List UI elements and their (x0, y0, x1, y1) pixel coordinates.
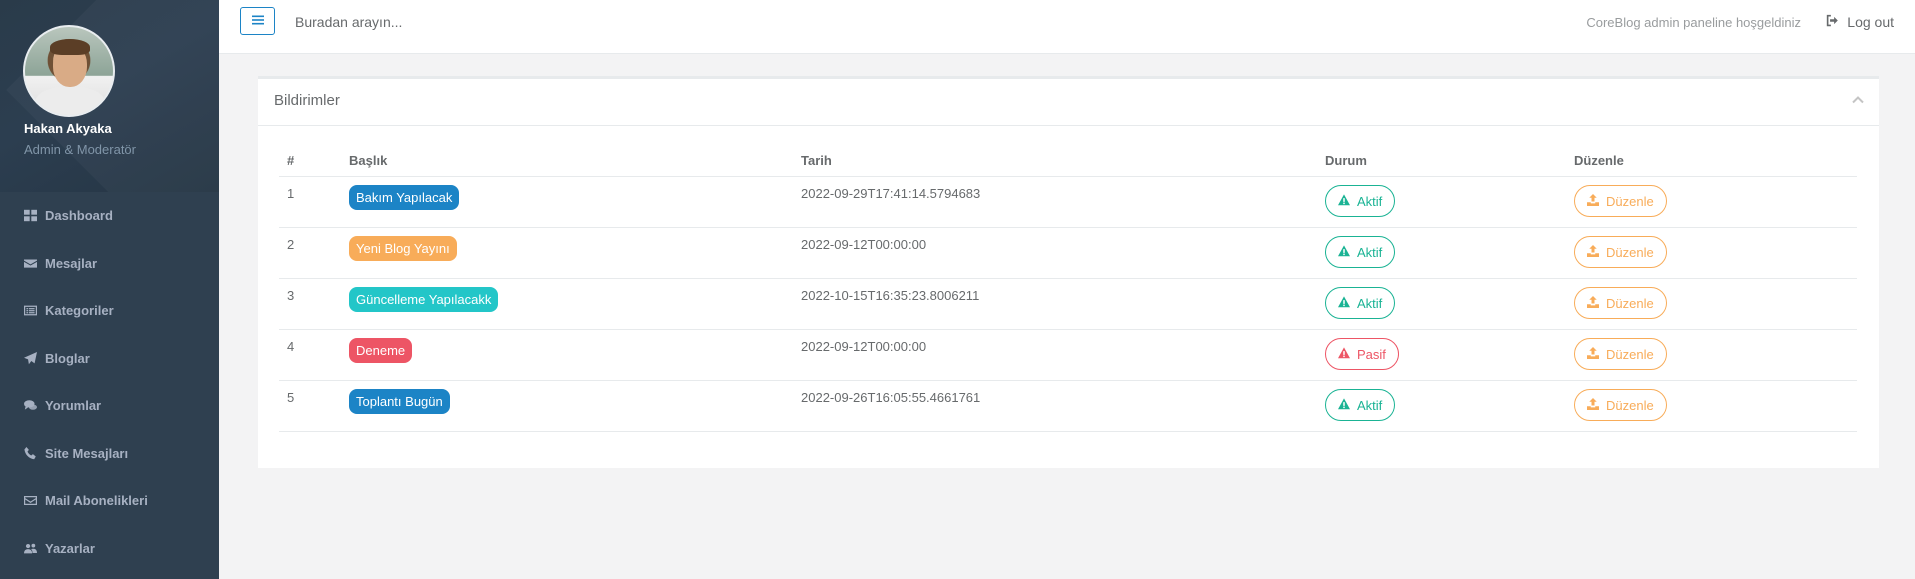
title-badge: Bakım Yapılacak (349, 185, 460, 210)
menu-toggle-button[interactable] (240, 7, 275, 35)
sidebar-item-label: Mesajlar (45, 255, 98, 271)
row-date: 2022-10-15T16:35:23.8006211 (793, 278, 1317, 330)
title-badge: Deneme (349, 338, 413, 363)
comments-icon (23, 399, 37, 413)
sidebar-item-bloglar[interactable]: Bloglar (0, 335, 219, 383)
sidebar: Hakan Akyaka Admin & Moderatör Dashboard… (0, 0, 219, 579)
sidebar-item-yorumlar[interactable]: Yorumlar (0, 382, 219, 430)
warning-icon (1338, 346, 1350, 362)
sidebar-item-label: Yazarlar (45, 540, 95, 556)
panel-header: Bildirimler (258, 79, 1879, 126)
welcome-message: CoreBlog admin paneline hoşgeldiniz (1586, 15, 1801, 30)
status-label: Pasif (1357, 346, 1386, 362)
row-number: 5 (279, 380, 341, 432)
sidebar-item-kategoriler[interactable]: Kategoriler (0, 287, 219, 335)
sidebar-nav: Dashboard Mesajlar Kategoriler Bloglar Y… (0, 192, 219, 572)
status-label: Aktif (1357, 397, 1383, 413)
edit-button[interactable]: Düzenle (1574, 389, 1667, 421)
upload-icon (1587, 193, 1599, 209)
sidebar-item-mesajlar[interactable]: Mesajlar (0, 240, 219, 288)
warning-icon (1338, 397, 1350, 413)
table-row: 5 Toplantı Bugün 2022-09-26T16:05:55.466… (279, 380, 1857, 432)
edit-label: Düzenle (1606, 295, 1654, 311)
sidebar-item-label: Dashboard (45, 208, 113, 224)
table-header-row: # Başlık Tarih Durum Düzenle (279, 145, 1857, 177)
edit-label: Düzenle (1606, 193, 1654, 209)
th-large-icon (23, 209, 37, 223)
edit-button[interactable]: Düzenle (1574, 287, 1667, 319)
phone-icon (23, 446, 37, 460)
edit-label: Düzenle (1606, 397, 1654, 413)
status-label: Aktif (1357, 193, 1383, 209)
upload-icon (1587, 244, 1599, 260)
row-number: 3 (279, 278, 341, 330)
edit-button[interactable]: Düzenle (1574, 236, 1667, 268)
row-number: 4 (279, 329, 341, 381)
column-header-status: Durum (1317, 145, 1566, 177)
upload-icon (1587, 346, 1599, 362)
column-header-num: # (279, 145, 341, 177)
profile-header: Hakan Akyaka Admin & Moderatör (0, 0, 219, 192)
status-label: Aktif (1357, 244, 1383, 260)
sidebar-item-mail-abonelikleri[interactable]: Mail Abonelikleri (0, 477, 219, 525)
warning-icon (1338, 244, 1350, 260)
upload-icon (1587, 397, 1599, 413)
title-badge: Güncelleme Yapılacakk (349, 287, 499, 312)
row-number: 1 (279, 176, 341, 228)
paper-plane-icon (23, 351, 37, 365)
panel-title: Bildirimler (274, 92, 340, 109)
row-date: 2022-09-29T17:41:14.5794683 (793, 176, 1317, 228)
notifications-table: # Başlık Tarih Durum Düzenle 1 Bakım Yap… (279, 145, 1857, 432)
list-alt-icon (23, 304, 37, 318)
envelope-icon (23, 256, 37, 270)
status-passive-button[interactable]: Pasif (1325, 338, 1399, 370)
edit-label: Düzenle (1606, 244, 1654, 260)
edit-button[interactable]: Düzenle (1574, 338, 1667, 370)
sidebar-item-yazarlar[interactable]: Yazarlar (0, 525, 219, 573)
warning-icon (1338, 295, 1350, 311)
search-input[interactable] (293, 13, 597, 31)
edit-button[interactable]: Düzenle (1574, 185, 1667, 217)
sidebar-item-label: Yorumlar (45, 398, 102, 414)
row-number: 2 (279, 227, 341, 279)
sign-out-icon (1826, 14, 1839, 30)
warning-icon (1338, 193, 1350, 209)
avatar[interactable] (23, 25, 115, 117)
sidebar-item-label: Mail Abonelikleri (45, 493, 148, 509)
logout-link[interactable]: Log out (1826, 14, 1894, 30)
profile-name[interactable]: Hakan Akyaka (24, 121, 112, 136)
column-header-title: Başlık (341, 145, 793, 177)
sidebar-item-label: Kategoriler (45, 303, 114, 319)
row-date: 2022-09-12T00:00:00 (793, 329, 1317, 381)
edit-label: Düzenle (1606, 346, 1654, 362)
sidebar-item-dashboard[interactable]: Dashboard (0, 192, 219, 240)
status-active-button[interactable]: Aktif (1325, 287, 1396, 319)
status-active-button[interactable]: Aktif (1325, 236, 1396, 268)
envelope-outline-icon (23, 494, 37, 508)
users-icon (23, 541, 37, 555)
bars-icon (251, 13, 264, 29)
sidebar-item-site-mesajlari[interactable]: Site Mesajları (0, 430, 219, 478)
table-row: 4 Deneme 2022-09-12T00:00:00 Pasif Düzen… (279, 329, 1857, 381)
status-label: Aktif (1357, 295, 1383, 311)
notifications-panel: Bildirimler # Başlık Tarih Durum Düzenle… (258, 76, 1879, 468)
column-header-date: Tarih (793, 145, 1317, 177)
status-active-button[interactable]: Aktif (1325, 185, 1396, 217)
title-badge: Yeni Blog Yayını (349, 236, 457, 261)
title-badge: Toplantı Bugün (349, 389, 450, 414)
chevron-up-icon[interactable] (1851, 93, 1865, 107)
sidebar-item-label: Site Mesajları (45, 445, 129, 461)
upload-icon (1587, 295, 1599, 311)
logout-label: Log out (1847, 14, 1894, 30)
sidebar-item-label: Bloglar (45, 350, 90, 366)
status-active-button[interactable]: Aktif (1325, 389, 1396, 421)
top-navbar: CoreBlog admin paneline hoşgeldiniz Log … (219, 0, 1915, 54)
table-row: 3 Güncelleme Yapılacakk 2022-10-15T16:35… (279, 278, 1857, 330)
column-header-edit: Düzenle (1566, 145, 1857, 177)
table-row: 1 Bakım Yapılacak 2022-09-29T17:41:14.57… (279, 176, 1857, 228)
row-date: 2022-09-12T00:00:00 (793, 227, 1317, 279)
profile-role: Admin & Moderatör (24, 142, 136, 157)
row-date: 2022-09-26T16:05:55.4661761 (793, 380, 1317, 432)
table-row: 2 Yeni Blog Yayını 2022-09-12T00:00:00 A… (279, 227, 1857, 279)
